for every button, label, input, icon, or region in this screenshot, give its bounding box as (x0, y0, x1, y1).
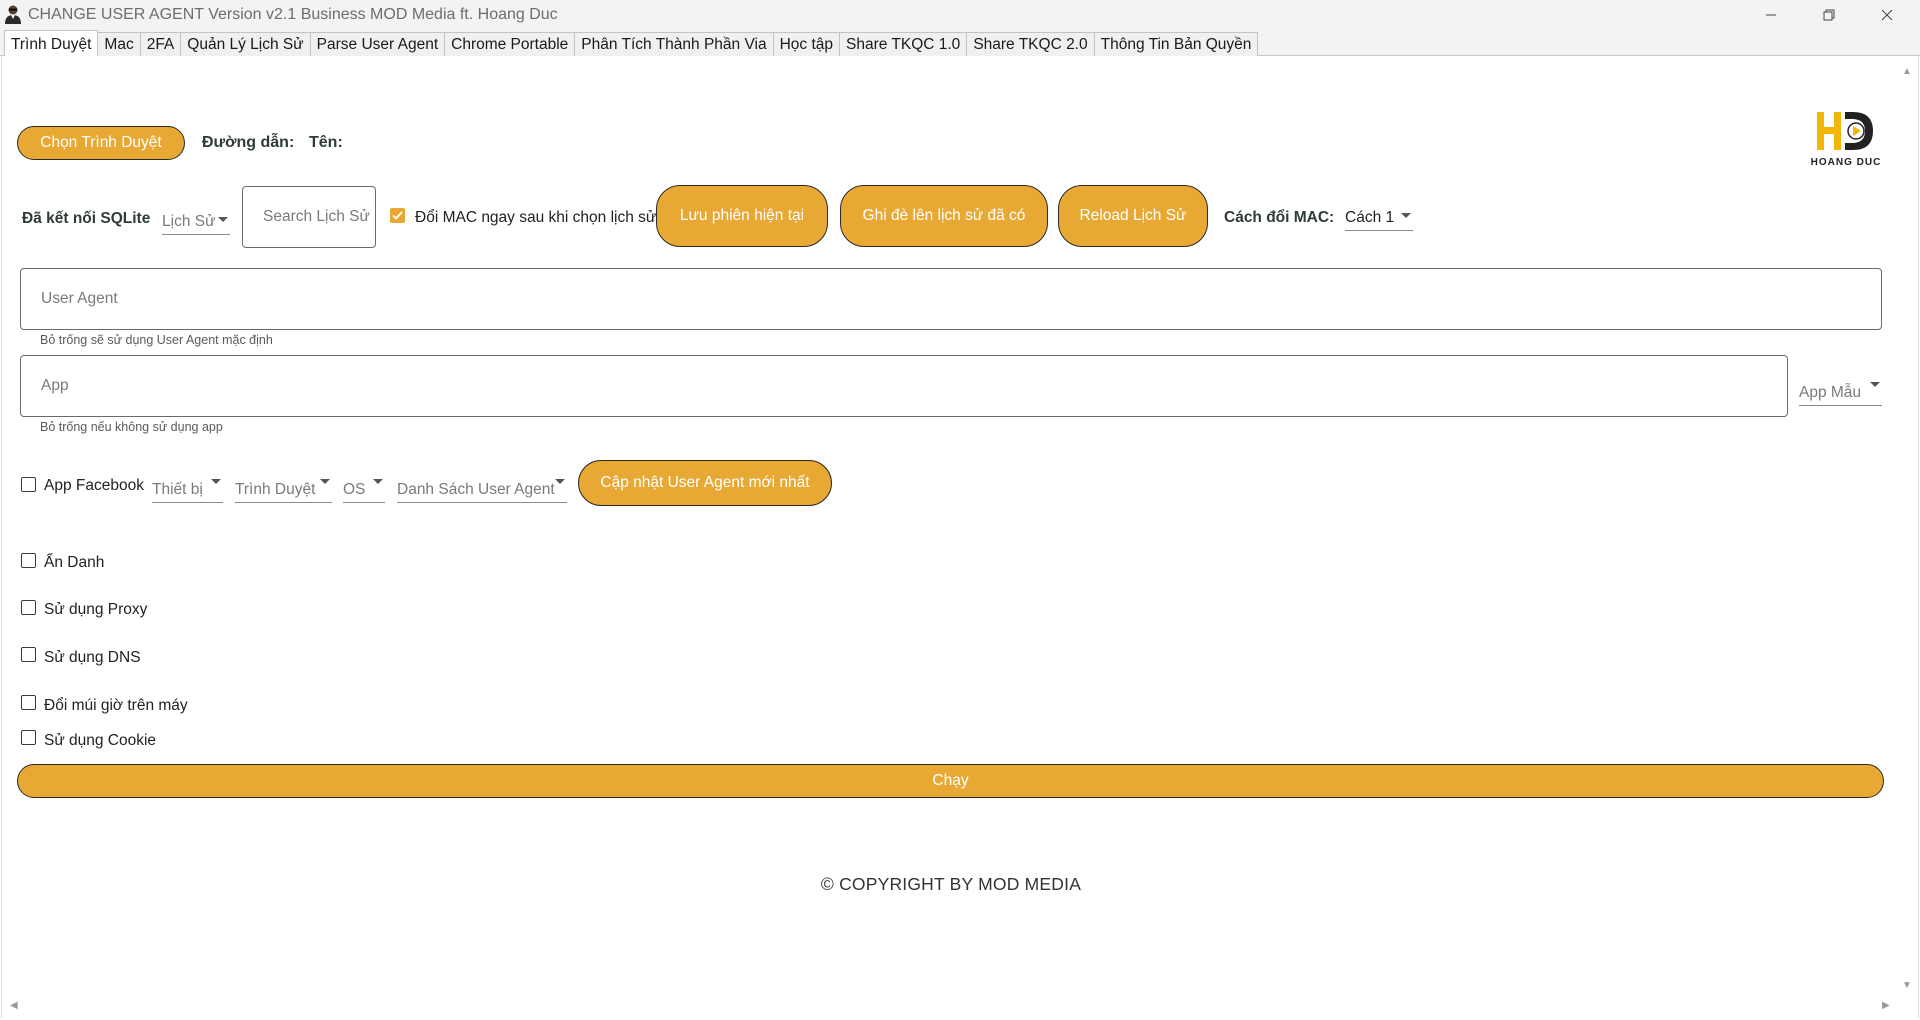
chevron-down-icon (555, 479, 565, 484)
ua-list-combo-value: Danh Sách User Agent (397, 481, 555, 498)
user-agent-hint: Bỏ trống sẽ sử dụng User Agent mặc định (40, 333, 273, 347)
mac-method-combo[interactable]: Cách 1 (1345, 205, 1413, 231)
chevron-down-icon (218, 217, 228, 222)
option-proxy-label: Sử dụng Proxy (44, 601, 148, 618)
app-input[interactable]: App (20, 355, 1788, 417)
os-combo-value: OS (343, 481, 366, 498)
app-template-combo[interactable]: App Mẫu (1799, 380, 1882, 406)
option-timezone-label: Đổi múi giờ trên máy (44, 697, 188, 714)
tab-list: Trình Duyệt Mac 2FA Quản Lý Lịch Sử Pars… (4, 30, 1259, 56)
ua-list-combo[interactable]: Danh Sách User Agent (397, 477, 567, 503)
search-history-placeholder: Search Lịch Sử (263, 208, 370, 225)
minimize-icon (1766, 14, 1776, 16)
user-agent-placeholder: User Agent (41, 290, 118, 307)
option-proxy-checkbox[interactable] (21, 600, 36, 615)
tab-trinh-duyet[interactable]: Trình Duyệt (4, 30, 99, 56)
main-panel: Chọn Trình Duyệt Đường dẫn: Tên: HOANG D… (1, 56, 1919, 1018)
reload-history-button[interactable]: Reload Lịch Sử (1058, 185, 1208, 247)
tab-phan-tich-via[interactable]: Phân Tích Thành Phần Via (574, 32, 774, 56)
overwrite-history-button[interactable]: Ghi đè lên lịch sử đã có (840, 185, 1048, 247)
chevron-down-icon (1870, 382, 1880, 387)
close-icon (1881, 9, 1893, 21)
mac-method-label: Cách đổi MAC: (1224, 209, 1335, 226)
restore-button[interactable] (1800, 0, 1858, 30)
browser-combo-value: Trình Duyệt (235, 481, 316, 498)
path-label: Đường dẫn: (202, 134, 295, 151)
app-facebook-label: App Facebook (44, 477, 144, 494)
checkmark-icon (392, 211, 403, 220)
scroll-right-icon[interactable]: ▶ (1882, 1000, 1890, 1011)
tab-share-tkqc-2[interactable]: Share TKQC 2.0 (966, 32, 1095, 56)
change-mac-label: Đổi MAC ngay sau khi chọn lịch sử (415, 209, 657, 226)
history-combo-value: Lịch Sử (162, 213, 216, 230)
chevron-down-icon (211, 479, 221, 484)
app-placeholder: App (41, 377, 69, 394)
mac-method-value: Cách 1 (1345, 209, 1395, 226)
brand-logo: HOANG DUC (1807, 108, 1885, 180)
option-an-danh-label: Ẩn Danh (44, 554, 105, 571)
app-facebook-checkbox[interactable] (21, 477, 36, 492)
os-combo[interactable]: OS (343, 477, 385, 503)
tab-quan-ly-lich-su[interactable]: Quản Lý Lịch Sử (180, 32, 311, 56)
app-template-value: App Mẫu (1799, 384, 1862, 401)
option-timezone-checkbox[interactable] (21, 695, 36, 710)
browser-combo[interactable]: Trình Duyệt (235, 477, 332, 503)
change-mac-checkbox[interactable] (390, 208, 405, 223)
tab-parse-user-agent[interactable]: Parse User Agent (309, 32, 446, 56)
user-agent-input[interactable]: User Agent (20, 268, 1882, 330)
chevron-down-icon (1401, 213, 1411, 218)
logo-text: HOANG DUC (1810, 157, 1882, 168)
hd-logo-icon (1817, 112, 1873, 150)
title-bar: CHANGE USER AGENT Version v2.1 Business … (0, 0, 1920, 30)
app-icon (5, 5, 21, 24)
run-button[interactable]: Chạy (17, 764, 1884, 798)
device-combo-value: Thiết bị (152, 481, 203, 498)
close-button[interactable] (1858, 0, 1916, 30)
option-an-danh-checkbox[interactable] (21, 553, 36, 568)
tab-bar: Trình Duyệt Mac 2FA Quản Lý Lịch Sử Pars… (0, 30, 1920, 56)
save-session-button[interactable]: Lưu phiên hiện tại (656, 185, 828, 247)
name-label: Tên: (309, 134, 343, 151)
scroll-left-icon[interactable]: ◀ (10, 1000, 18, 1011)
device-combo[interactable]: Thiết bị (152, 477, 223, 503)
tab-thong-tin-ban-quyen[interactable]: Thông Tin Bản Quyền (1093, 32, 1259, 56)
option-dns-label: Sử dụng DNS (44, 649, 141, 666)
tab-mac[interactable]: Mac (97, 32, 141, 56)
copyright-text: © COPYRIGHT BY MOD MEDIA (820, 874, 1082, 894)
window-title: CHANGE USER AGENT Version v2.1 Business … (28, 6, 558, 23)
scroll-down-icon[interactable]: ▼ (1902, 980, 1912, 991)
scroll-up-icon[interactable]: ▲ (1902, 66, 1912, 77)
sqlite-status: Đã kết nối SQLite (22, 210, 151, 227)
chevron-down-icon (373, 479, 383, 484)
tab-chrome-portable[interactable]: Chrome Portable (444, 32, 576, 56)
tab-2fa[interactable]: 2FA (139, 32, 182, 56)
app-hint: Bỏ trống nếu không sử dụng app (40, 420, 223, 434)
restore-icon (1823, 9, 1835, 21)
tab-share-tkqc-1[interactable]: Share TKQC 1.0 (839, 32, 968, 56)
update-user-agent-button[interactable]: Cập nhật User Agent mới nhất (578, 460, 832, 506)
option-dns-checkbox[interactable] (21, 647, 36, 662)
choose-browser-button[interactable]: Chọn Trình Duyệt (17, 126, 185, 160)
history-combo[interactable]: Lịch Sử (162, 209, 230, 235)
option-cookie-label: Sử dụng Cookie (44, 732, 157, 749)
option-cookie-checkbox[interactable] (21, 730, 36, 745)
minimize-button[interactable] (1742, 0, 1800, 30)
search-history-input[interactable]: Search Lịch Sử (242, 186, 376, 248)
chevron-down-icon (320, 479, 330, 484)
tab-hoc-tap[interactable]: Học tập (772, 32, 840, 56)
